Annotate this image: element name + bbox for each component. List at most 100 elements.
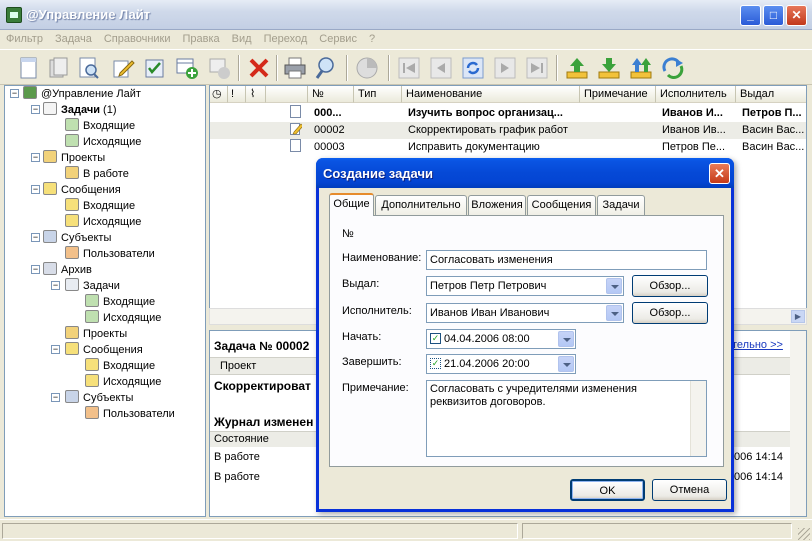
tree-archive-tasks-incoming[interactable]: Входящие <box>85 294 155 310</box>
checklist-icon[interactable] <box>142 55 168 81</box>
sync-icon[interactable] <box>660 55 686 81</box>
menu-filter[interactable]: Фильтр <box>0 30 49 45</box>
tree-messages-incoming[interactable]: Входящие <box>65 198 135 214</box>
menu-help[interactable]: ? <box>363 30 381 45</box>
tree-archive-tasks-outgoing[interactable]: Исходящие <box>85 310 161 326</box>
collapse-toggle[interactable]: − <box>10 89 19 98</box>
tab-general[interactable]: Общие <box>329 193 374 216</box>
collapse-toggle[interactable]: − <box>51 281 60 290</box>
executor-select[interactable]: Иванов Иван Иванович <box>426 303 624 323</box>
tree-projects-in-work[interactable]: В работе <box>65 166 129 182</box>
attachment-column-header[interactable]: ⌇ <box>246 86 266 103</box>
menu-navigate[interactable]: Переход <box>258 30 314 45</box>
browse-issued-button[interactable]: Обзор... <box>632 275 708 297</box>
collapse-toggle[interactable]: − <box>31 233 40 242</box>
tree-archive-messages[interactable]: Сообщения <box>65 342 143 358</box>
tab-messages[interactable]: Сообщения <box>527 195 596 215</box>
chevron-down-icon[interactable] <box>606 278 622 294</box>
collapse-toggle[interactable]: − <box>51 345 60 354</box>
tree-subjects[interactable]: Субъекты <box>43 230 111 246</box>
download-icon[interactable] <box>596 55 622 81</box>
prev-record-icon[interactable] <box>428 55 454 81</box>
tree-archive-subjects[interactable]: Субъекты <box>65 390 133 406</box>
chevron-down-icon[interactable] <box>558 356 574 372</box>
tab-tasks[interactable]: Задачи <box>597 195 645 215</box>
more-link[interactable]: тельно >> <box>732 339 783 351</box>
tree-tasks-incoming[interactable]: Входящие <box>65 118 135 134</box>
menu-task[interactable]: Задача <box>49 30 98 45</box>
tab-attachments[interactable]: Вложения <box>468 195 526 215</box>
note-textarea[interactable]: Согласовать с учредителями изменения рек… <box>426 380 707 457</box>
find-document-icon[interactable] <box>76 55 102 81</box>
issued-by-select[interactable]: Петров Петр Петрович <box>426 276 624 296</box>
delete-icon[interactable] <box>246 55 272 81</box>
tree-messages[interactable]: Сообщения <box>43 182 121 198</box>
collapse-toggle[interactable]: − <box>31 265 40 274</box>
menu-edit[interactable]: Правка <box>177 30 226 45</box>
tab-additional[interactable]: Дополнительно <box>375 195 467 215</box>
new-document-icon[interactable] <box>16 55 42 81</box>
chevron-down-icon[interactable] <box>558 331 574 347</box>
chevron-down-icon[interactable] <box>606 305 622 321</box>
minimize-button[interactable]: _ <box>740 5 761 26</box>
browse-executor-button[interactable]: Обзор... <box>632 302 708 324</box>
column-number[interactable]: № <box>308 86 354 103</box>
dialog-close-button[interactable]: ✕ <box>709 163 730 184</box>
tree-users[interactable]: Пользователи <box>65 246 155 262</box>
column-executor[interactable]: Исполнитель <box>656 86 736 103</box>
tree-archive-projects[interactable]: Проекты <box>65 326 127 342</box>
upload-icon[interactable] <box>564 55 590 81</box>
upload-all-icon[interactable] <box>628 55 654 81</box>
chart-icon[interactable] <box>354 55 380 81</box>
cancel-button[interactable]: Отмена <box>652 479 727 501</box>
copy-record-icon[interactable] <box>206 55 232 81</box>
tree-root[interactable]: @Управление Лайт <box>23 86 141 102</box>
tree-tasks[interactable]: Задачи (1) <box>43 102 117 118</box>
column-issued-by[interactable]: Выдал <box>736 86 806 103</box>
menu-references[interactable]: Справочники <box>98 30 177 45</box>
column-name[interactable]: Наименование <box>402 86 580 103</box>
start-enabled-checkbox[interactable]: ✓ <box>430 333 441 344</box>
vertical-scrollbar[interactable] <box>790 331 806 516</box>
column-note[interactable]: Примечание <box>580 86 656 103</box>
collapse-toggle[interactable]: − <box>31 185 40 194</box>
tree-archive-tasks[interactable]: Задачи <box>65 278 120 294</box>
table-row[interactable]: 000... Изучить вопрос организац... Ивано… <box>210 105 806 122</box>
tree-messages-outgoing[interactable]: Исходящие <box>65 214 141 230</box>
start-datetime-picker[interactable]: ✓ 04.04.2006 08:00 <box>426 329 576 349</box>
name-field[interactable]: Согласовать изменения <box>426 250 707 270</box>
next-record-icon[interactable] <box>492 55 518 81</box>
priority-column-header[interactable]: ! <box>228 86 246 103</box>
scroll-right-icon[interactable]: ▶ <box>791 310 805 323</box>
collapse-toggle[interactable]: − <box>31 153 40 162</box>
edit-pencil-icon[interactable] <box>110 55 136 81</box>
tree-archive[interactable]: Архив <box>43 262 92 278</box>
resize-grip-icon[interactable] <box>798 528 810 540</box>
end-enabled-checkbox[interactable]: ✓ <box>430 358 441 369</box>
maximize-button[interactable]: □ <box>763 5 784 26</box>
collapse-toggle[interactable]: − <box>51 393 60 402</box>
tree-projects[interactable]: Проекты <box>43 150 105 166</box>
documents-icon[interactable] <box>46 55 72 81</box>
tree-archive-messages-outgoing[interactable]: Исходящие <box>85 374 161 390</box>
collapse-toggle[interactable]: − <box>31 105 40 114</box>
first-record-icon[interactable] <box>396 55 422 81</box>
add-record-icon[interactable] <box>174 55 200 81</box>
clock-column-header[interactable]: ◷ <box>210 86 228 103</box>
print-icon[interactable] <box>282 55 308 81</box>
preview-icon[interactable] <box>314 55 340 81</box>
ok-button[interactable]: OK <box>570 479 645 501</box>
tree-archive-messages-incoming[interactable]: Входящие <box>85 358 155 374</box>
close-button[interactable]: ✕ <box>786 5 807 26</box>
tree-tasks-outgoing[interactable]: Исходящие <box>65 134 141 150</box>
tree-archive-users[interactable]: Пользователи <box>85 406 175 422</box>
menu-service[interactable]: Сервис <box>313 30 363 45</box>
end-datetime-picker[interactable]: ✓ 21.04.2006 20:00 <box>426 354 576 374</box>
flag-column-header[interactable] <box>266 86 308 103</box>
table-row[interactable]: 00003 Исправить документацию Петров Пе..… <box>210 139 806 156</box>
column-type[interactable]: Тип <box>354 86 402 103</box>
table-row[interactable]: 00002 Скорректировать график работ Ивано… <box>210 122 806 139</box>
menu-view[interactable]: Вид <box>226 30 258 45</box>
refresh-icon[interactable] <box>460 55 486 81</box>
last-record-icon[interactable] <box>524 55 550 81</box>
